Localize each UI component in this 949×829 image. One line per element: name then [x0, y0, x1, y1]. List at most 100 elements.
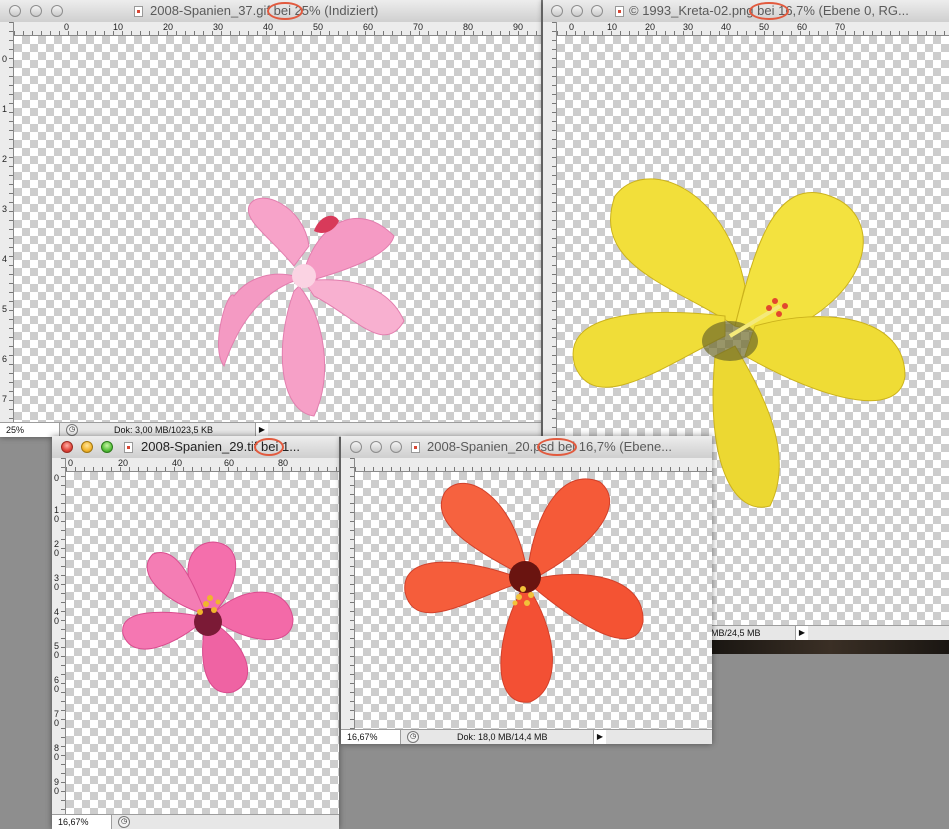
status-bar: 16,67% ◷ Dok: 18,0 MB/14,4 MB ▶: [341, 729, 712, 744]
ruler-tick-label: 3: [2, 204, 8, 214]
window-title-name: 2008-Spanien_37: [150, 3, 253, 18]
image-canvas[interactable]: [355, 472, 712, 730]
document-icon: [615, 6, 624, 17]
zoom-level[interactable]: 16,67%: [341, 730, 401, 744]
window-psd-titlebar[interactable]: 2008-Spanien_20.psd bei 16,7% (Ebene...: [341, 436, 712, 459]
zoom-level[interactable]: 25%: [0, 423, 60, 437]
window-title-name: 2008-Spanien_20: [427, 439, 530, 454]
image-canvas[interactable]: [14, 36, 541, 423]
window-gif[interactable]: 2008-Spanien_37.gif bei 25% (Indiziert) …: [0, 0, 541, 437]
ruler-tick-label: 1 0: [54, 505, 60, 524]
window-tif[interactable]: 2008-Spanien_29.tif bei 1... 0 20 40 60 …: [52, 436, 339, 829]
window-png-titlebar[interactable]: © 1993_Kreta-02.png bei 16,7% (Ebene 0, …: [543, 0, 949, 23]
ruler-tick-label: 7 0: [54, 709, 60, 728]
ruler-tick-label: 60: [363, 22, 374, 32]
document-size: MB/24,5 MB: [711, 628, 761, 638]
ruler-tick-label: 90: [513, 22, 524, 32]
extension-highlight-circle: [254, 438, 284, 456]
document-size: Dok: 18,0 MB/14,4 MB: [457, 732, 548, 742]
status-bar: 16,67% ◷: [52, 814, 339, 829]
horizontal-ruler[interactable]: 0 20 40 60 80: [66, 458, 339, 472]
status-menu-arrow-icon[interactable]: ▶: [795, 626, 808, 640]
document-icon: [124, 442, 133, 453]
ruler-tick-label: 70: [413, 22, 424, 32]
close-button[interactable]: [61, 441, 73, 453]
zoom-button[interactable]: [101, 441, 113, 453]
ruler-tick-label: 5 0: [54, 641, 60, 660]
document-icon: [134, 6, 143, 17]
status-menu-arrow-icon[interactable]: ▶: [255, 423, 268, 437]
ruler-tick-label: 80: [463, 22, 474, 32]
ruler-tick-label: 2: [2, 154, 8, 164]
status-menu-arrow-icon[interactable]: ▶: [593, 730, 606, 744]
close-button[interactable]: [551, 5, 563, 17]
zoom-button[interactable]: [390, 441, 402, 453]
ruler-tick-label: 0: [64, 22, 70, 32]
ruler-tick-label: 7: [2, 394, 8, 404]
ruler-tick-label: 0: [2, 54, 8, 64]
window-tif-titlebar[interactable]: 2008-Spanien_29.tif bei 1...: [52, 436, 339, 459]
ruler-tick-label: 80: [278, 458, 289, 468]
zoom-button[interactable]: [51, 5, 63, 17]
ruler-tick-label: 0: [569, 22, 575, 32]
ruler-tick-label: 50: [313, 22, 324, 32]
ruler-tick-label: 20: [163, 22, 174, 32]
minimize-button[interactable]: [81, 441, 93, 453]
horizontal-ruler[interactable]: 0 10 20 30 40 50 60 70: [557, 22, 949, 36]
navigator-icon[interactable]: ◷: [407, 731, 419, 743]
ruler-tick-label: 4: [2, 254, 8, 264]
image-canvas[interactable]: [66, 472, 339, 815]
ruler-tick-label: 1: [2, 104, 8, 114]
minimize-button[interactable]: [370, 441, 382, 453]
document-size: Dok: 3,00 MB/1023,5 KB: [114, 425, 214, 435]
minimize-button[interactable]: [30, 5, 42, 17]
ruler-tick-label: 60: [797, 22, 808, 32]
close-button[interactable]: [9, 5, 21, 17]
vertical-ruler[interactable]: [341, 458, 355, 730]
ruler-tick-label: 10: [113, 22, 124, 32]
navigator-icon[interactable]: ◷: [66, 424, 78, 436]
window-psd[interactable]: 2008-Spanien_20.psd bei 16,7% (Ebene... …: [341, 436, 712, 744]
ruler-tick-label: 5: [2, 304, 8, 314]
ruler-tick-label: 0: [68, 458, 74, 468]
ruler-tick-label: 0: [54, 473, 60, 483]
ruler-tick-label: 20: [645, 22, 656, 32]
ruler-tick-label: 3 0: [54, 573, 60, 592]
extension-highlight-circle: [749, 2, 789, 20]
ruler-tick-label: 30: [213, 22, 224, 32]
window-title: 2008-Spanien_37.gif bei 25% (Indiziert): [150, 3, 378, 18]
horizontal-ruler[interactable]: [355, 458, 712, 472]
minimize-button[interactable]: [571, 5, 583, 17]
ruler-tick-label: 8 0: [54, 743, 60, 762]
navigator-icon[interactable]: ◷: [118, 816, 130, 828]
window-title-name: 2008-Spanien_29: [141, 439, 244, 454]
ruler-tick-label: 6 0: [54, 675, 60, 694]
vertical-ruler[interactable]: 0 1 0 2 0 3 0 4 0 5 0 6 0 7 0 8 0 9 0: [52, 458, 66, 815]
window-gif-titlebar[interactable]: 2008-Spanien_37.gif bei 25% (Indiziert): [0, 0, 541, 23]
ruler-tick-label: 10: [607, 22, 618, 32]
zoom-level[interactable]: 16,67%: [52, 815, 112, 829]
status-bar: 25% ◷ Dok: 3,00 MB/1023,5 KB ▶: [0, 422, 541, 437]
document-icon: [411, 442, 420, 453]
vertical-ruler[interactable]: 0 1 2 3 4 5 6 7: [0, 22, 14, 423]
ruler-tick-label: 40: [263, 22, 274, 32]
ruler-tick-label: 20: [118, 458, 129, 468]
ruler-tick-label: 9 0: [54, 777, 60, 796]
ruler-tick-label: 40: [172, 458, 183, 468]
dark-background-strip: [712, 640, 949, 654]
window-title-name: © 1993_Kreta-02: [629, 3, 729, 18]
pink-oleander-flower-image: [218, 197, 405, 417]
horizontal-ruler[interactable]: 0 10 20 30 40 50 60 70 80 90: [14, 22, 541, 36]
extension-highlight-circle: [537, 438, 577, 456]
pink-hibiscus-flower-image: [122, 541, 294, 694]
extension-highlight-circle: [267, 2, 303, 20]
zoom-button[interactable]: [591, 5, 603, 17]
red-hibiscus-flower-image: [404, 478, 644, 703]
ruler-tick-label: 70: [835, 22, 846, 32]
ruler-tick-label: 30: [683, 22, 694, 32]
ruler-tick-label: 4 0: [54, 607, 60, 626]
ruler-tick-label: 60: [224, 458, 235, 468]
ruler-tick-label: 6: [2, 354, 8, 364]
close-button[interactable]: [350, 441, 362, 453]
ruler-tick-label: 50: [759, 22, 770, 32]
